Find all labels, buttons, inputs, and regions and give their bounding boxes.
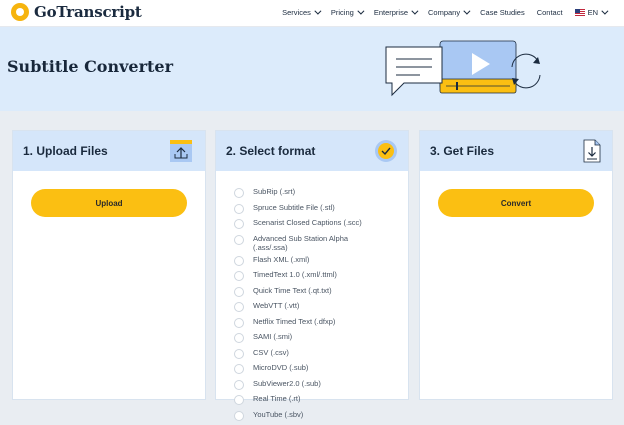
radio-button[interactable] xyxy=(234,204,244,214)
format-option[interactable]: WebVTT (.vtt) xyxy=(234,301,404,317)
format-label: CSV (.csv) xyxy=(253,348,289,357)
format-option[interactable]: Spruce Subtitle File (.stl) xyxy=(234,203,404,219)
format-label: SubRip (.srt) xyxy=(253,187,295,196)
format-label: Flash XML (.xml) xyxy=(253,255,309,264)
nav-item-pricing[interactable]: Pricing xyxy=(331,8,362,17)
format-option[interactable]: TimedText 1.0 (.xml/.ttml) xyxy=(234,270,404,286)
radio-button[interactable] xyxy=(234,349,244,359)
language-label: EN xyxy=(588,8,598,17)
nav-label: Pricing xyxy=(331,8,354,17)
radio-button[interactable] xyxy=(234,380,244,390)
radio-button[interactable] xyxy=(234,271,244,281)
format-option[interactable]: YouTube (.sbv) xyxy=(234,410,404,425)
chevron-down-icon xyxy=(314,8,321,15)
chevron-down-icon xyxy=(463,8,470,15)
chevron-down-icon xyxy=(411,8,418,15)
format-option[interactable]: SAMI (.smi) xyxy=(234,332,404,348)
upload-button[interactable]: Upload xyxy=(31,189,187,217)
nav-item-services[interactable]: Services xyxy=(282,8,319,17)
radio-button[interactable] xyxy=(234,333,244,343)
get-files-step-title: 3. Get Files xyxy=(430,144,494,158)
format-label: Netflix Timed Text (.dfxp) xyxy=(253,317,335,326)
get-files-panel-header: 3. Get Files xyxy=(420,131,612,171)
format-option[interactable]: Quick Time Text (.qt.txt) xyxy=(234,286,404,302)
format-option[interactable]: CSV (.csv) xyxy=(234,348,404,364)
brand-name: GoTranscript xyxy=(34,3,142,21)
format-label: Real Time (.rt) xyxy=(253,394,301,403)
radio-button[interactable] xyxy=(234,318,244,328)
language-selector[interactable]: EN xyxy=(575,8,606,17)
us-flag-icon xyxy=(575,9,585,16)
radio-button[interactable] xyxy=(234,302,244,312)
chevron-down-icon xyxy=(357,8,364,15)
format-label: SAMI (.smi) xyxy=(253,332,292,341)
format-step-title: 2. Select format xyxy=(226,144,315,158)
nav-menu: Services Pricing Enterprise Company Case… xyxy=(282,8,606,17)
radio-button[interactable] xyxy=(234,287,244,297)
format-option[interactable]: SubRip (.srt) xyxy=(234,187,404,203)
get-files-panel: 3. Get Files Convert xyxy=(419,130,613,400)
format-label: MicroDVD (.sub) xyxy=(253,363,308,372)
upload-step-title: 1. Upload Files xyxy=(23,144,108,158)
format-label: Quick Time Text (.qt.txt) xyxy=(253,286,332,295)
format-option[interactable]: Advanced Sub Station Alpha (.ass/.ssa) xyxy=(234,234,404,255)
upload-icon xyxy=(169,139,193,163)
radio-button[interactable] xyxy=(234,411,244,421)
brand-logo[interactable]: GoTranscript xyxy=(11,3,142,21)
top-navigation: GoTranscript Services Pricing Enterprise… xyxy=(0,0,624,27)
format-label: WebVTT (.vtt) xyxy=(253,301,299,310)
format-label: YouTube (.sbv) xyxy=(253,410,303,419)
nav-item-contact[interactable]: Contact xyxy=(537,8,563,17)
radio-button[interactable] xyxy=(234,256,244,266)
nav-label: Company xyxy=(428,8,460,17)
hero-banner: Subtitle Converter xyxy=(0,27,624,111)
format-panel: 2. Select format SubRip (.srt) Spruce Su… xyxy=(215,130,409,400)
format-label: Scenarist Closed Captions (.scc) xyxy=(253,218,362,227)
format-label: TimedText 1.0 (.xml/.ttml) xyxy=(253,270,337,279)
nav-item-case-studies[interactable]: Case Studies xyxy=(480,8,525,17)
format-panel-header: 2. Select format xyxy=(216,131,408,171)
page-title: Subtitle Converter xyxy=(7,57,173,76)
nav-item-company[interactable]: Company xyxy=(428,8,468,17)
format-option[interactable]: Scenarist Closed Captions (.scc) xyxy=(234,218,404,234)
upload-panel: 1. Upload Files Upload xyxy=(12,130,206,400)
upload-panel-header: 1. Upload Files xyxy=(13,131,205,171)
format-options: SubRip (.srt) Spruce Subtitle File (.stl… xyxy=(234,187,404,425)
radio-button[interactable] xyxy=(234,235,244,245)
format-label: Spruce Subtitle File (.stl) xyxy=(253,203,335,212)
download-icon xyxy=(582,139,602,163)
format-option[interactable]: MicroDVD (.sub) xyxy=(234,363,404,379)
radio-button[interactable] xyxy=(234,219,244,229)
format-label: SubViewer2.0 (.sub) xyxy=(253,379,321,388)
chevron-down-icon xyxy=(601,8,608,15)
radio-button[interactable] xyxy=(234,364,244,374)
nav-label: Services xyxy=(282,8,311,17)
convert-button[interactable]: Convert xyxy=(438,189,594,217)
logo-icon xyxy=(11,3,29,21)
format-option[interactable]: SubViewer2.0 (.sub) xyxy=(234,379,404,395)
radio-button[interactable] xyxy=(234,395,244,405)
radio-button[interactable] xyxy=(234,188,244,198)
nav-item-enterprise[interactable]: Enterprise xyxy=(374,8,416,17)
format-label: Advanced Sub Station Alpha (.ass/.ssa) xyxy=(253,234,363,252)
nav-label: Enterprise xyxy=(374,8,408,17)
check-circle-icon xyxy=(374,139,398,163)
hero-illustration xyxy=(380,37,550,109)
format-option[interactable]: Netflix Timed Text (.dfxp) xyxy=(234,317,404,333)
format-option[interactable]: Flash XML (.xml) xyxy=(234,255,404,271)
format-option[interactable]: Real Time (.rt) xyxy=(234,394,404,410)
